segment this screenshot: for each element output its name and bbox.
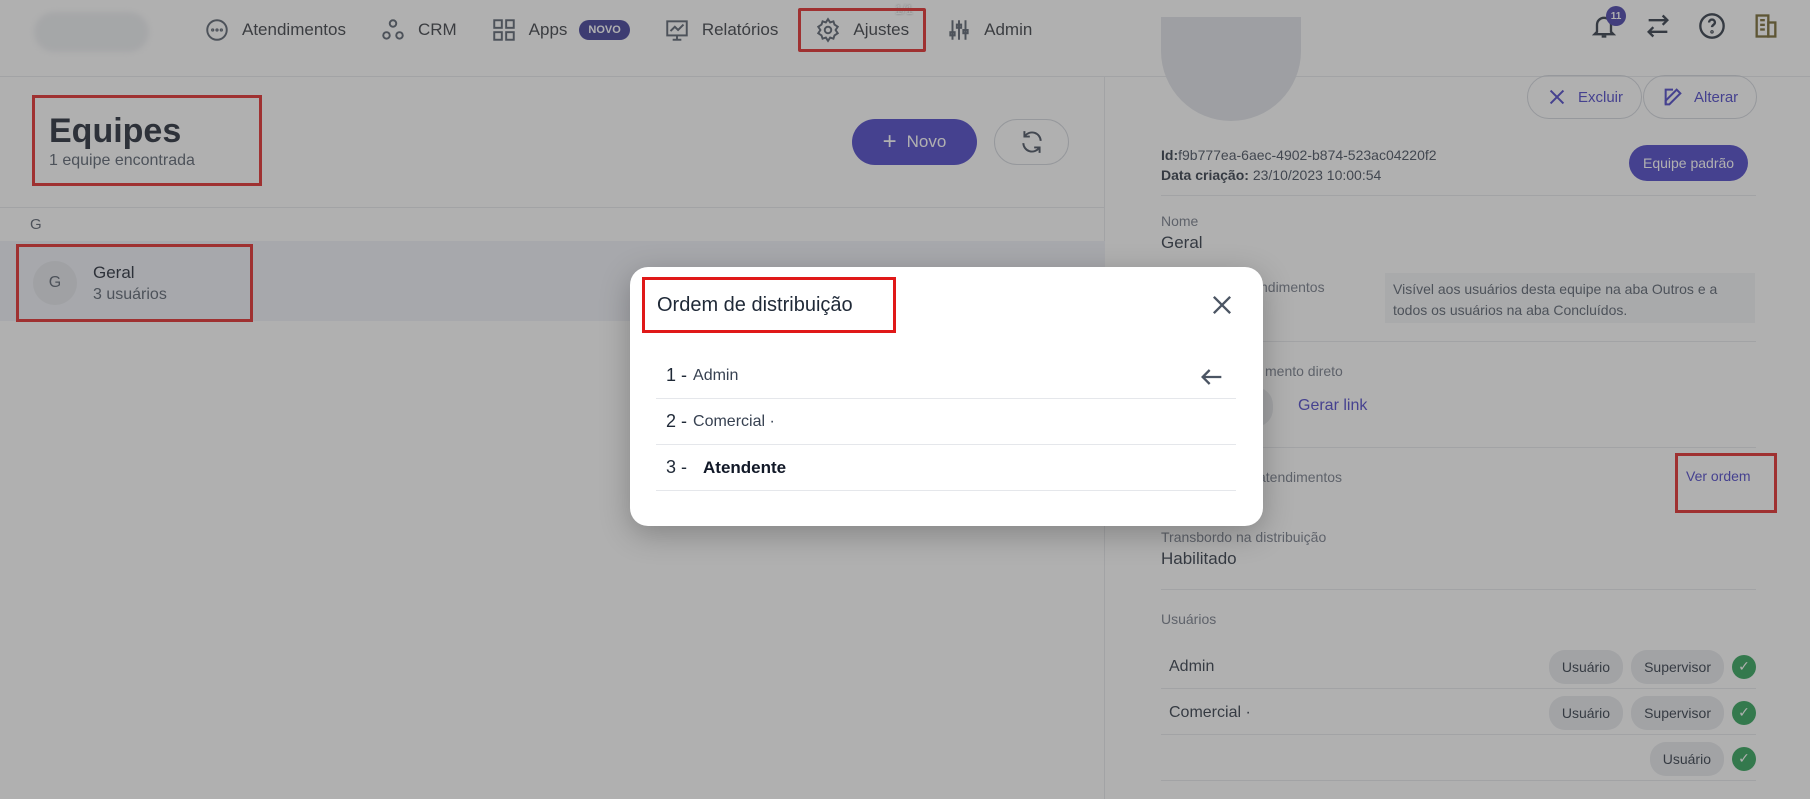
close-icon — [1213, 296, 1231, 314]
order-number: 1 - — [666, 365, 688, 385]
order-name: Admin — [693, 366, 739, 384]
modal-title: Ordem de distribuição — [642, 277, 896, 333]
order-name: Atendente — [703, 457, 787, 477]
distribution-order-modal: Ordem de distribuição 1 - Admin 2 - Come… — [630, 267, 1263, 526]
close-modal-button[interactable] — [1208, 291, 1236, 319]
order-name: Comercial · — [693, 412, 775, 430]
order-number: 3 - — [666, 457, 688, 477]
order-item[interactable]: 3 - Atendente — [656, 445, 1236, 491]
order-item[interactable]: 2 - Comercial · — [656, 399, 1236, 445]
arrow-left-icon[interactable] — [1198, 363, 1226, 391]
order-item[interactable]: 1 - Admin — [656, 353, 1236, 399]
order-number: 2 - — [666, 411, 688, 431]
